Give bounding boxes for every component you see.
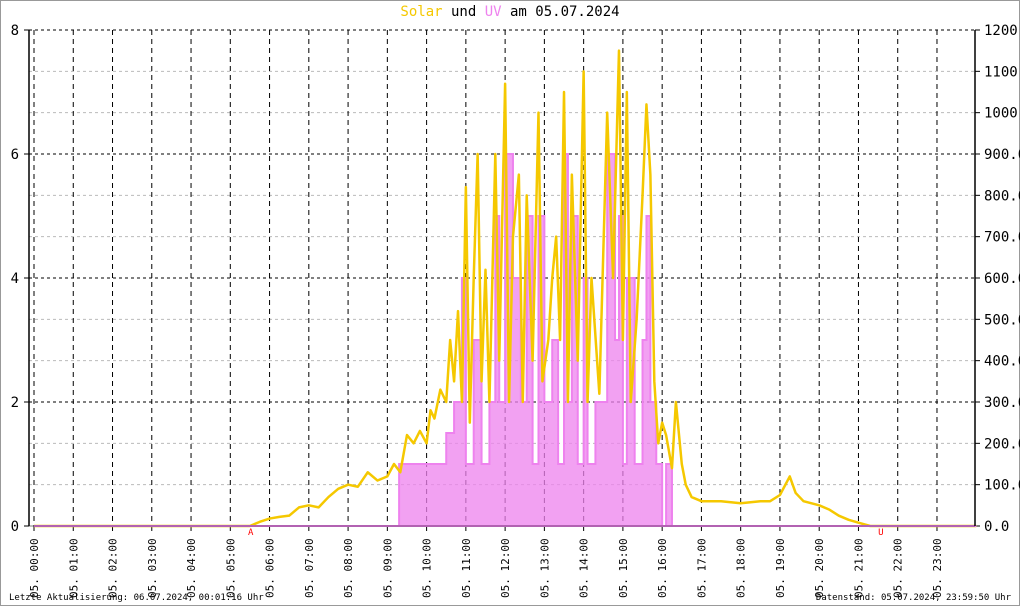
left-tick-label: 4 [11, 271, 19, 287]
x-tick-label: 05. 15:00 [617, 538, 630, 598]
x-tick-label: 05. 14:00 [578, 538, 591, 598]
x-tick-label: 05. 21:00 [852, 538, 865, 598]
right-tick-label: 300.0 [984, 395, 1020, 411]
marker-u: U [878, 528, 883, 538]
right-tick-label: 700.0 [984, 230, 1020, 246]
x-tick-label: 05. 07:00 [303, 538, 316, 598]
x-tick-label: 05. 03:00 [146, 538, 159, 598]
x-tick-label: 05. 19:00 [774, 538, 787, 598]
x-tick-label: 05. 04:00 [185, 538, 198, 598]
left-tick-label: 0 [11, 519, 19, 535]
left-tick-label: 6 [11, 147, 19, 163]
right-tick-label: 0.0 [984, 519, 1009, 535]
chart-svg: 0.0100.0200.0300.0400.0500.0600.0700.080… [11, 23, 1020, 598]
right-tick-label: 100.0 [984, 478, 1020, 494]
x-tick-label: 05. 05:00 [224, 538, 237, 598]
marker-a: A [248, 528, 254, 538]
right-tick-label: 200.0 [984, 436, 1020, 452]
x-tick-label: 05. 18:00 [735, 538, 748, 598]
left-tick-label: 8 [11, 23, 19, 39]
uv-series [34, 153, 977, 527]
x-tick-label: 05. 22:00 [892, 538, 905, 598]
x-tick-label: 05. 20:00 [813, 538, 826, 598]
right-tick-label: 400.0 [984, 354, 1020, 370]
x-tick-label: 05. 23:00 [931, 538, 944, 598]
right-tick-label: 800.0 [984, 188, 1020, 204]
right-tick-label: 500.0 [984, 312, 1020, 328]
last-update-text: Letzte Aktualisierung: 06.07.2024, 00:01… [9, 593, 264, 603]
data-status-text: Datenstand: 05.07.2024, 23:59:50 Uhr [815, 593, 1011, 603]
right-tick-label: 1000 [984, 106, 1018, 122]
x-tick-label: 05. 09:00 [381, 538, 394, 598]
x-tick-label: 05. 10:00 [421, 538, 434, 598]
right-tick-label: 600.0 [984, 271, 1020, 287]
x-tick-label: 05. 00:00 [28, 538, 41, 598]
x-tick-label: 05. 01:00 [67, 538, 80, 598]
x-tick-label: 05. 12:00 [499, 538, 512, 598]
x-tick-label: 05. 16:00 [656, 538, 669, 598]
right-tick-label: 900.0 [984, 147, 1020, 163]
x-tick-label: 05. 13:00 [538, 538, 551, 598]
x-tick-label: 05. 11:00 [460, 538, 473, 598]
x-tick-label: 05. 08:00 [342, 538, 355, 598]
right-tick-label: 1200 [984, 23, 1018, 39]
x-tick-label: 05. 17:00 [695, 538, 708, 598]
x-tick-label: 05. 06:00 [264, 538, 277, 598]
right-tick-label: 1100 [984, 64, 1018, 80]
x-tick-label: 05. 02:00 [107, 538, 120, 598]
left-tick-label: 2 [11, 395, 19, 411]
